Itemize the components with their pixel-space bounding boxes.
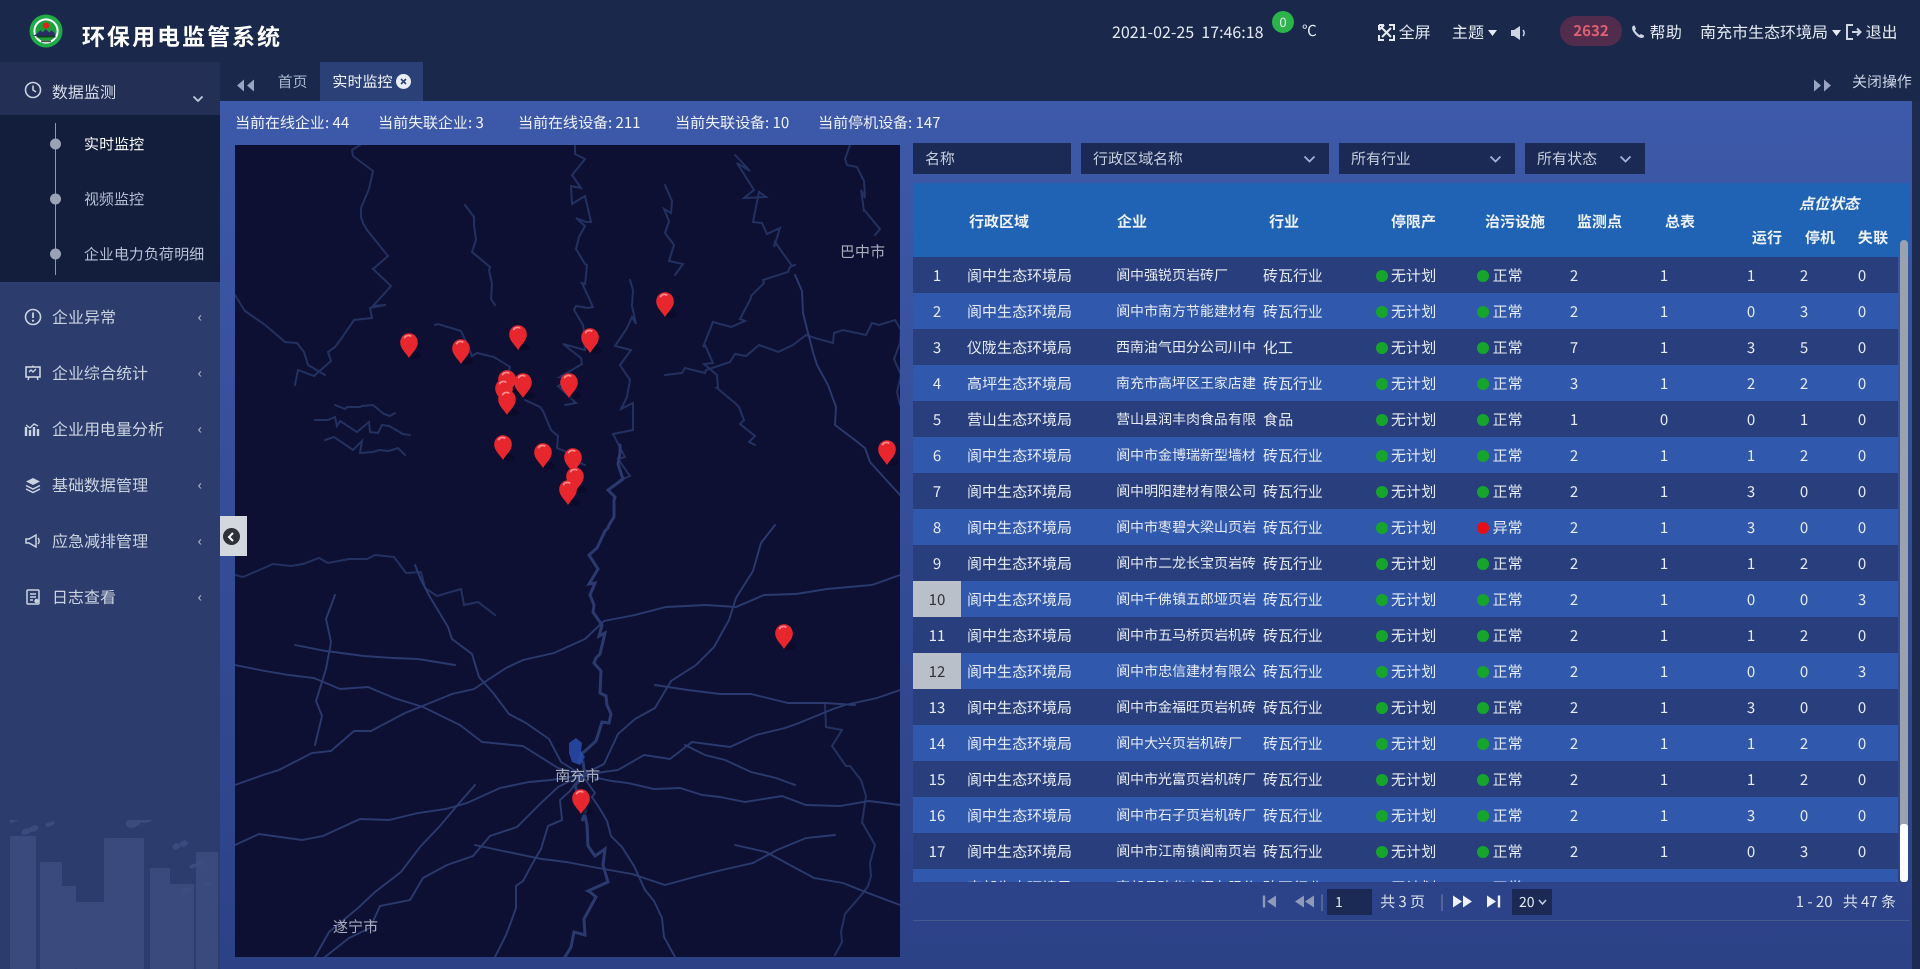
svg-text:遂宁市: 遂宁市 — [333, 916, 378, 937]
svg-text:巴中市: 巴中市 — [840, 241, 885, 262]
svg-text:南充市: 南充市 — [555, 765, 600, 786]
